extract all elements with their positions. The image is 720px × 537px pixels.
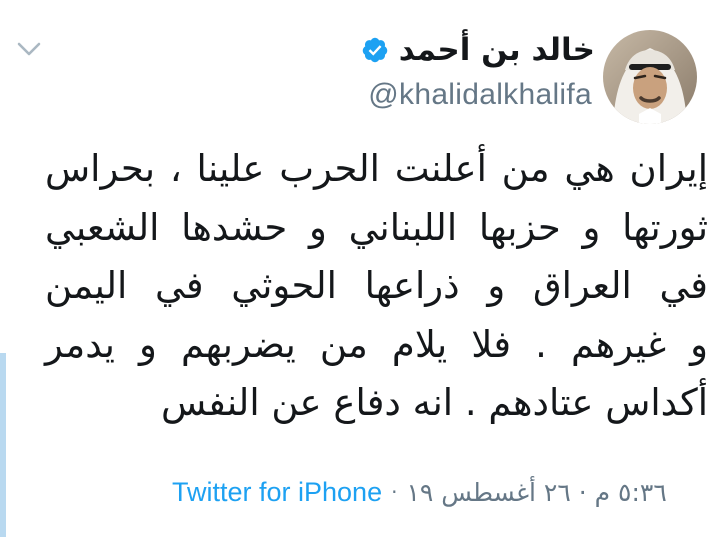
tweet-footer: Twitter for iPhone · ٥:٣٦ م · ٢٦ أغسطس ١… (172, 474, 667, 510)
tweet-text-line: إيران هي من أعلنت الحرب علينا ، بحراس (45, 147, 708, 190)
footer-separator: · (391, 480, 398, 504)
author-name-row[interactable]: خالد بن أحمد (361, 28, 595, 72)
thread-accent-bar (0, 353, 6, 537)
tweet-text-line: في العراق و ذراعها الحوثي في اليمن (45, 264, 708, 307)
author-handle[interactable]: @khalidalkhalifa (368, 78, 592, 112)
tweet-card: خالد بن أحمد @khalidalkhalifa إيران هي م… (0, 0, 720, 537)
tweet-text: إيران هي من أعلنت الحرب علينا ، بحراس ثو… (45, 140, 708, 433)
verified-badge-icon (361, 36, 389, 64)
source-link[interactable]: Twitter for iPhone (172, 477, 382, 508)
tweet-text-line: و غيرهم . فلا يلام من يضربهم و يدمر (45, 322, 708, 366)
avatar[interactable] (603, 30, 697, 124)
tweet-text-line: ثورتها و حزبها اللبناني و حشدها الشعبي (45, 205, 708, 249)
chevron-down-icon[interactable] (16, 40, 42, 58)
author-display-name[interactable]: خالد بن أحمد (399, 32, 595, 68)
tweet-timestamp[interactable]: ٥:٣٦ م · ٢٦ أغسطس ١٩ (406, 478, 666, 507)
tweet-text-line: أكداس عتادهم . انه دفاع عن النفس (161, 381, 708, 424)
